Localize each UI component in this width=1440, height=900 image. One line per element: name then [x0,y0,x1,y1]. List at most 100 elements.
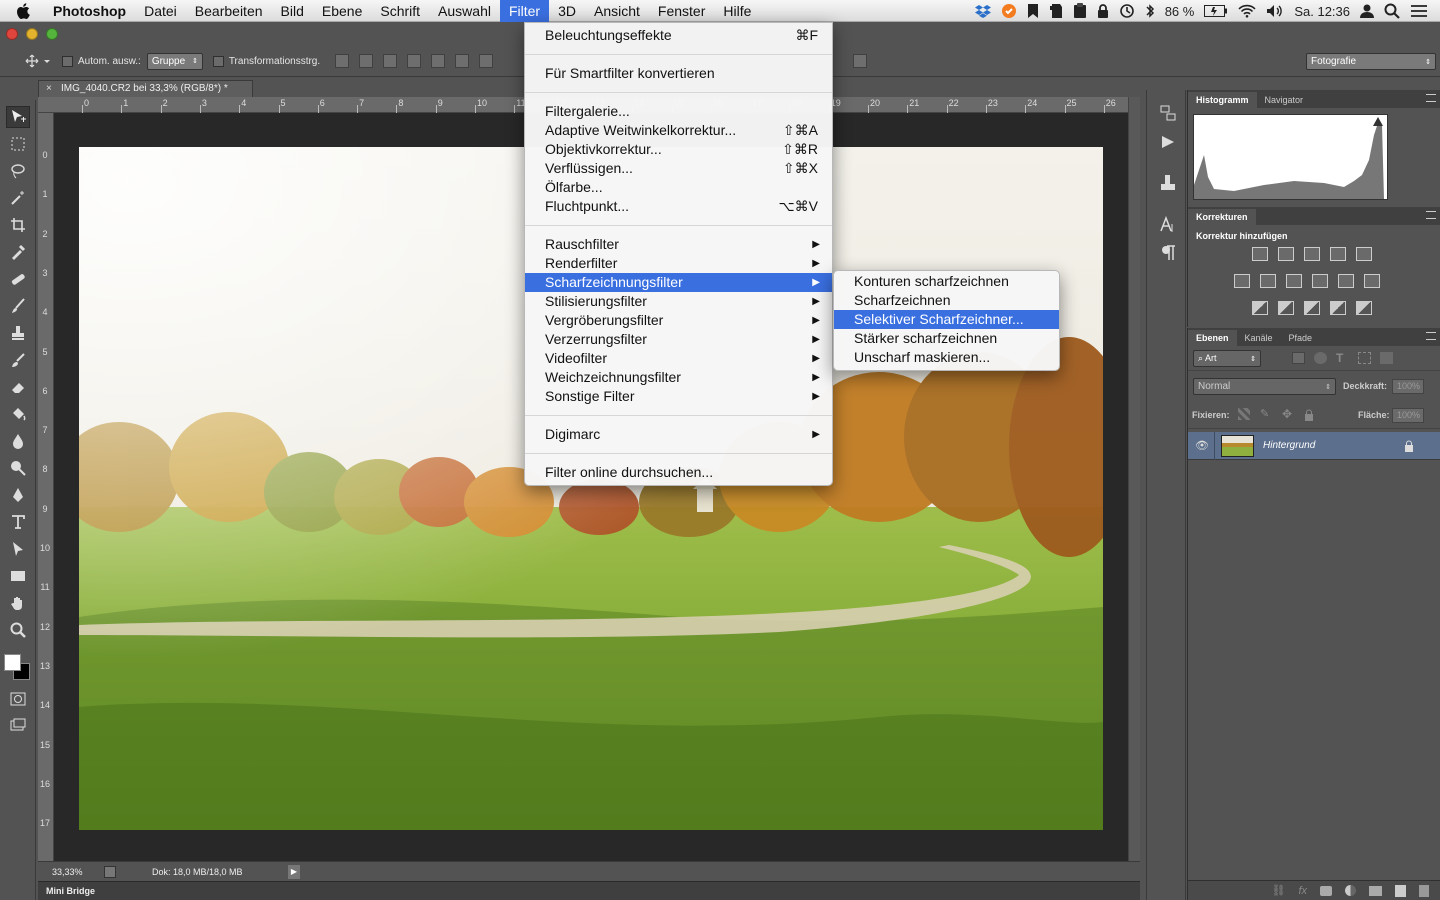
auto-select-dropdown[interactable]: Gruppe ⇕ [146,52,203,70]
menu-item-weichzeichnungsfilter[interactable]: Weichzeichnungsfilter ▶ [525,368,832,387]
healing-brush-tool-icon[interactable] [6,268,30,290]
menu-item-fluchtpunkt[interactable]: Fluchtpunkt... ⌥⌘V [525,197,832,216]
color-lookup-icon[interactable] [1364,274,1380,288]
3d-mode-icon[interactable] [853,54,867,68]
channel-mixer-icon[interactable] [1338,274,1354,288]
filter-adjustment-icon[interactable] [1314,352,1327,364]
menu-ebene[interactable]: Ebene [313,0,371,22]
layer-style-icon[interactable]: fx [1298,885,1307,897]
tab-kanaele[interactable]: Kanäle [1237,330,1281,346]
vibrance-icon[interactable] [1356,247,1372,261]
new-adjustment-layer-icon[interactable] [1345,885,1356,896]
align-top-icon[interactable] [335,54,350,68]
menu-item-olfarbe[interactable]: Ölfarbe... [525,178,832,197]
menu-ansicht[interactable]: Ansicht [585,0,649,22]
color-balance-icon[interactable] [1260,274,1276,288]
levels-icon[interactable] [1278,247,1294,261]
menu-item-beleuchtungseffekte[interactable]: Beleuchtungseffekte ⌘F [525,26,832,45]
align-vcenter-icon[interactable] [359,54,374,68]
move-tool-icon[interactable] [6,106,30,128]
tab-pfade[interactable]: Pfade [1281,330,1321,346]
blend-mode-dropdown[interactable]: Normal ⇕ [1193,378,1336,395]
brightness-contrast-icon[interactable] [1252,247,1268,261]
align-right-icon[interactable] [455,54,470,68]
lock-transparent-icon[interactable] [1238,408,1250,420]
menu-item-adaptive-weitwinkelkorrektur[interactable]: Adaptive Weitwinkelkorrektur... ⇧⌘A [525,121,832,140]
menu-item-filtergalerie[interactable]: Filtergalerie... [525,102,832,121]
actions-panel-icon[interactable] [1159,134,1177,155]
curves-icon[interactable] [1304,247,1320,261]
black-white-icon[interactable] [1286,274,1302,288]
tab-ebenen[interactable]: Ebenen [1188,330,1237,346]
menu-item-verzerrungsfilter[interactable]: Verzerrungsfilter ▶ [525,330,832,349]
panel-menu-icon[interactable] [1426,94,1436,102]
tab-navigator[interactable]: Navigator [1257,92,1312,108]
new-layer-icon[interactable] [1395,884,1406,897]
type-tool-icon[interactable] [6,511,30,533]
history-brush-tool-icon[interactable] [6,349,30,371]
auto-select-checkbox[interactable] [62,55,73,67]
transform-controls-checkbox[interactable] [212,55,224,67]
menu-item-scharfzeichnungsfilter[interactable]: Scharfzeichnungsfilter ▶ [525,273,832,292]
menu-fenster[interactable]: Fenster [649,0,714,22]
close-document-icon[interactable]: × [46,81,52,97]
lock-icon[interactable] [1092,0,1114,22]
quick-mask-icon[interactable] [6,688,30,710]
time-machine-icon[interactable] [1114,0,1140,22]
menu-item-fur-smartfilter-konvertieren[interactable]: Für Smartfilter konvertieren [525,64,832,83]
layer-name[interactable]: Hintergrund [1263,440,1315,451]
submenu-item-konturen-scharfzeichnen[interactable]: Konturen scharfzeichnen [834,272,1059,291]
menu-item-vergroberungsfilter[interactable]: Vergröberungsfilter ▶ [525,311,832,330]
layer-row[interactable]: 👁 Hintergrund [1188,432,1440,460]
bluetooth-icon[interactable] [1140,0,1160,22]
menu-auswahl[interactable]: Auswahl [429,0,500,22]
menu-app-photoshop[interactable]: Photoshop [44,0,135,22]
opacity-field[interactable]: 100% [1392,379,1424,394]
apple-logo-icon[interactable] [12,0,34,22]
photo-filter-icon[interactable] [1312,274,1328,288]
brush-tool-icon[interactable] [6,295,30,317]
filter-shape-icon[interactable] [1358,352,1371,364]
submenu-item-unscharf-maskieren[interactable]: Unscharf maskieren... [834,348,1059,367]
align-hcenter-icon[interactable] [431,54,446,68]
tab-korrekturen[interactable]: Korrekturen [1188,209,1256,225]
zoom-tool-icon[interactable] [6,619,30,641]
battery-icon[interactable] [1199,0,1233,22]
invert-icon[interactable] [1252,301,1268,315]
add-mask-icon[interactable] [1320,885,1332,896]
eyedropper-tool-icon[interactable] [6,241,30,263]
crop-tool-icon[interactable] [6,214,30,236]
layer-filter-dropdown[interactable]: ⌕ Art ⇕ [1193,350,1261,367]
dropbox-icon[interactable] [970,0,996,22]
menu-item-videofilter[interactable]: Videofilter ▶ [525,349,832,368]
lock-position-icon[interactable]: ✥ [1282,408,1294,420]
lock-all-icon[interactable] [1304,408,1316,421]
menu-item-renderfilter[interactable]: Renderfilter ▶ [525,254,832,273]
menu-item-rauschfilter[interactable]: Rauschfilter ▶ [525,235,832,254]
spotlight-search-icon[interactable] [1379,0,1405,22]
layer-visibility-eye-icon[interactable]: 👁 [1195,439,1209,452]
paragraph-panel-icon[interactable] [1160,244,1176,267]
submenu-item-scharfzeichnen[interactable]: Scharfzeichnen [834,291,1059,310]
eraser-tool-icon[interactable] [6,376,30,398]
menu-item-verflussigen[interactable]: Verflüssigen... ⇧⌘X [525,159,832,178]
blur-tool-icon[interactable] [6,430,30,452]
exposure-icon[interactable] [1330,247,1346,261]
threshold-icon[interactable] [1304,301,1320,315]
menu-datei[interactable]: Datei [135,0,186,22]
tab-histogram[interactable]: Histogramm [1188,92,1257,108]
menu-schrift[interactable]: Schrift [371,0,429,22]
panel-menu-icon[interactable] [1426,332,1436,340]
menu-item-objektivkorrektur[interactable]: Objektivkorrektur... ⇧⌘R [525,140,832,159]
avast-icon[interactable] [996,0,1022,22]
zoom-window-button[interactable] [46,28,58,40]
clock-text[interactable]: Sa. 12:36 [1289,0,1355,22]
tool-presets-icon[interactable] [1159,174,1177,197]
filter-pixel-icon[interactable] [1292,352,1305,364]
distribute-top-icon[interactable] [479,54,494,68]
wifi-icon[interactable] [1233,0,1261,22]
vertical-scrollbar[interactable] [1128,97,1140,877]
filter-type-icon[interactable]: T [1336,352,1349,364]
menu-bearbeiten[interactable]: Bearbeiten [186,0,272,22]
align-bottom-icon[interactable] [383,54,398,68]
